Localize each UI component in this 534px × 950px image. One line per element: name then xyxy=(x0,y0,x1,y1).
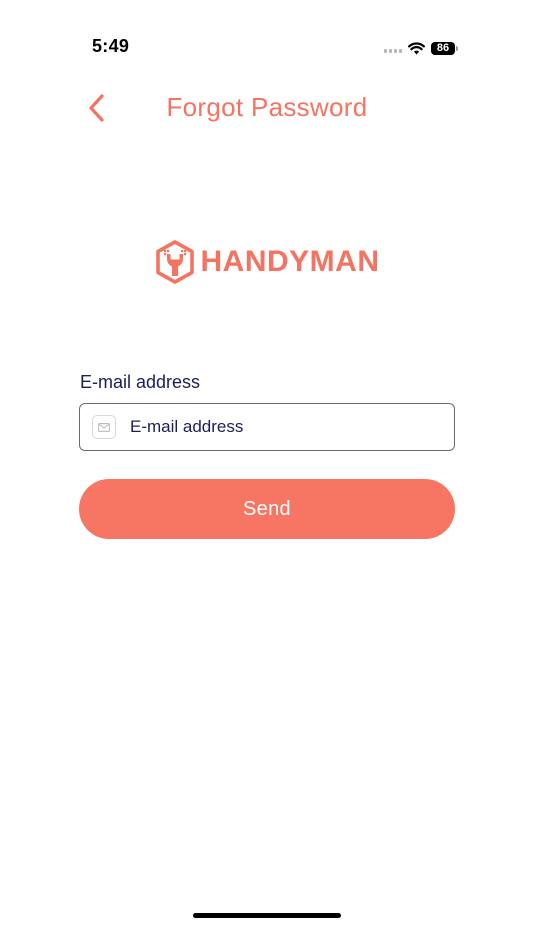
send-button[interactable]: Send xyxy=(79,479,455,539)
status-time: 5:49 xyxy=(92,36,130,56)
signal-icon xyxy=(384,49,402,53)
mail-icon-glyph xyxy=(98,422,110,432)
email-label: E-mail address xyxy=(80,372,201,392)
app-logo: HANDYMAN xyxy=(0,236,534,288)
battery-level: 86 xyxy=(431,41,455,55)
home-indicator[interactable] xyxy=(193,913,341,918)
wifi-icon xyxy=(408,41,425,54)
battery-icon: 86 xyxy=(431,41,458,55)
header: Forgot Password xyxy=(0,80,534,136)
email-input[interactable] xyxy=(130,417,430,437)
email-field[interactable] xyxy=(79,403,455,451)
status-bar: 5:49 86 xyxy=(0,0,534,80)
logo-text: HANDYMAN xyxy=(200,245,380,278)
status-icons: 86 xyxy=(384,40,458,56)
battery-cap xyxy=(456,45,458,51)
mail-icon xyxy=(92,415,116,439)
page-title: Forgot Password xyxy=(166,92,368,122)
handyman-logo-icon xyxy=(155,240,194,284)
